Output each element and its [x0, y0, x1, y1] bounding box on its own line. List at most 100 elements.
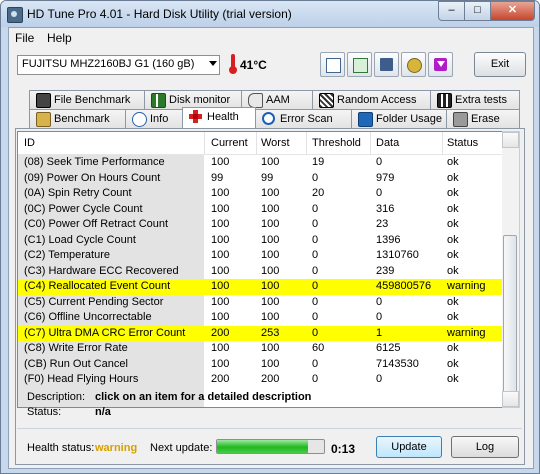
- log-button[interactable]: Log: [451, 436, 519, 458]
- cell-current: 100: [211, 295, 230, 308]
- next-update-countdown: 0:13: [331, 442, 356, 456]
- drive-select[interactable]: FUJITSU MHZ2160BJ G1 (160 gB): [17, 55, 220, 75]
- tab-label: AAM: [266, 94, 290, 106]
- cell-worst: 253: [261, 326, 280, 339]
- cell-id: (C8) Write Error Rate: [24, 342, 128, 354]
- drive-select-value: FUJITSU MHZ2160BJ G1 (160 gB): [22, 58, 195, 70]
- cell-id: (C6) Offline Uncorrectable: [24, 311, 152, 323]
- column-header-data[interactable]: Data: [376, 137, 399, 149]
- app-window: HD Tune Pro 4.01 - Hard Disk Utility (tr…: [0, 0, 540, 474]
- cell-id: (C5) Current Pending Sector: [24, 295, 164, 308]
- table-row[interactable]: (09) Power On Hours Count 99 99 0 979 ok: [18, 171, 503, 187]
- cell-current: 100: [211, 264, 230, 277]
- cell-data: 23: [376, 218, 389, 230]
- table-row[interactable]: (F0) Head Flying Hours 200 200 0 0 ok: [18, 372, 503, 388]
- table-row[interactable]: (CB) Run Out Cancel 100 100 0 7143530 ok: [18, 357, 503, 373]
- cell-id: (CB) Run Out Cancel: [24, 357, 128, 370]
- maximize-button[interactable]: □: [464, 1, 491, 21]
- copy-info-icon: [353, 58, 368, 73]
- tab-extra-tests[interactable]: Extra tests: [430, 90, 520, 109]
- table-row[interactable]: (C0) Power Off Retract Count 100 100 0 23 ok: [18, 217, 503, 233]
- table-row[interactable]: (C7) Ultra DMA CRC Error Count 200 253 0 1 wa…: [18, 325, 503, 341]
- cell-threshold: 0: [312, 218, 319, 230]
- cell-threshold: 0: [312, 373, 319, 385]
- random-access-icon: [319, 93, 334, 108]
- cell-current: 100: [211, 233, 230, 246]
- update-button[interactable]: Update: [376, 436, 442, 458]
- column-header-threshold[interactable]: Threshold: [312, 137, 361, 149]
- cell-worst: 100: [261, 280, 280, 292]
- cell-current: 100: [211, 249, 230, 261]
- health-status-label: Health status:: [27, 442, 95, 454]
- exit-button[interactable]: Exit: [474, 52, 526, 77]
- cell-status: ok: [447, 218, 459, 230]
- cell-current: 100: [211, 156, 230, 168]
- column-header-current[interactable]: Current: [211, 137, 248, 149]
- download-button[interactable]: [428, 52, 453, 77]
- copy-icon: [326, 58, 341, 73]
- magnifier-icon: [262, 112, 275, 125]
- progress-fill: [217, 440, 308, 453]
- table-row[interactable]: (C4) Reallocated Event Count 100 100 0 45980…: [18, 279, 503, 295]
- column-header-worst[interactable]: Worst: [261, 137, 290, 149]
- table-header: ID Current Worst Threshold Data Status: [18, 132, 503, 155]
- tab-random-access[interactable]: Random Access: [312, 90, 431, 109]
- column-header-status[interactable]: Status: [447, 137, 478, 149]
- cell-data: 316: [376, 202, 395, 215]
- tab-error-scan[interactable]: Error Scan: [255, 109, 352, 128]
- cell-worst: 200: [261, 373, 280, 385]
- table-row[interactable]: (C8) Write Error Rate 100 100 60 6125 ok: [18, 341, 503, 357]
- cell-data: 1396: [376, 233, 401, 246]
- cell-status: ok: [447, 311, 459, 323]
- cell-id: (C4) Reallocated Event Count: [24, 280, 171, 292]
- tab-label: Folder Usage: [376, 113, 443, 125]
- tab-info[interactable]: Info: [125, 109, 183, 128]
- tab-erase[interactable]: Erase: [446, 109, 520, 128]
- health-cross-icon: [189, 110, 202, 123]
- cell-worst: 100: [261, 357, 280, 370]
- menu-bar: File Help: [9, 28, 533, 47]
- cell-threshold: 60: [312, 342, 325, 354]
- menu-help[interactable]: Help: [47, 31, 72, 45]
- scroll-up-arrow-icon[interactable]: [502, 132, 519, 148]
- cell-current: 100: [211, 357, 230, 370]
- cell-current: 99: [211, 171, 224, 184]
- table-row[interactable]: (C5) Current Pending Sector 100 100 0 0 ok: [18, 295, 503, 311]
- cell-data: 979: [376, 171, 395, 184]
- copy-info-button[interactable]: [347, 52, 372, 77]
- tab-benchmark[interactable]: Benchmark: [29, 109, 126, 128]
- benchmark-icon: [36, 112, 51, 127]
- cell-id: (C0) Power Off Retract Count: [24, 218, 169, 230]
- minimize-button[interactable]: –: [438, 1, 465, 21]
- scroll-down-arrow-icon[interactable]: [502, 391, 519, 407]
- cell-threshold: 0: [312, 326, 319, 339]
- close-button[interactable]: ✕: [490, 1, 535, 21]
- table-row[interactable]: (0C) Power Cycle Count 100 100 0 316 ok: [18, 202, 503, 218]
- cell-data: 0: [376, 156, 383, 168]
- menu-file[interactable]: File: [15, 31, 34, 45]
- table-row[interactable]: (08) Seek Time Performance 100 100 19 0 ok: [18, 155, 503, 171]
- cell-threshold: 20: [312, 187, 325, 199]
- save-button[interactable]: [374, 52, 399, 77]
- cell-current: 100: [211, 311, 230, 323]
- options-button[interactable]: [401, 52, 426, 77]
- tab-health[interactable]: Health: [182, 107, 256, 128]
- tab-file-benchmark[interactable]: File Benchmark: [29, 90, 145, 109]
- cell-status: ok: [447, 187, 459, 199]
- table-row[interactable]: (C1) Load Cycle Count 100 100 0 1396 ok: [18, 233, 503, 249]
- cell-worst: 100: [261, 233, 280, 246]
- vertical-scrollbar[interactable]: [502, 131, 520, 408]
- table-row[interactable]: (C6) Offline Uncorrectable 100 100 0 0 ok: [18, 310, 503, 326]
- cell-data: 459800576: [376, 280, 432, 292]
- cell-threshold: 0: [312, 264, 319, 277]
- title-bar[interactable]: HD Tune Pro 4.01 - Hard Disk Utility (tr…: [1, 1, 539, 27]
- scroll-thumb[interactable]: [503, 235, 517, 393]
- table-row[interactable]: (C3) Hardware ECC Recovered 100 100 0 239 ok: [18, 264, 503, 280]
- column-header-id[interactable]: ID: [24, 137, 35, 149]
- cell-data: 239: [376, 264, 395, 277]
- tab-folder-usage[interactable]: Folder Usage: [351, 109, 447, 128]
- cell-data: 1310760: [376, 249, 419, 261]
- copy-button[interactable]: [320, 52, 345, 77]
- table-row[interactable]: (0A) Spin Retry Count 100 100 20 0 ok: [18, 186, 503, 202]
- table-row[interactable]: (C2) Temperature 100 100 0 1310760 ok: [18, 248, 503, 264]
